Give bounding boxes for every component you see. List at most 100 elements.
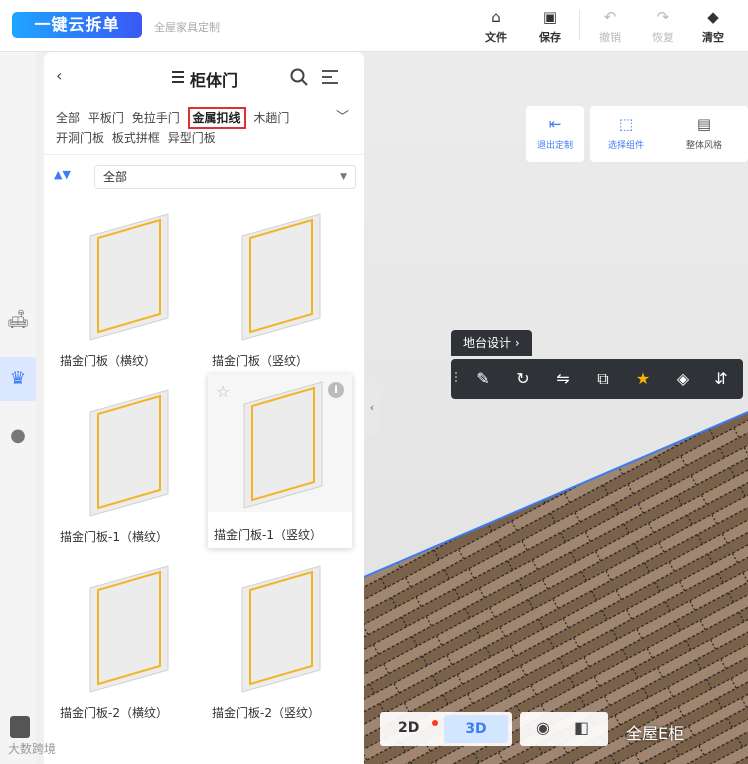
exit-tool-group: ⇤ 退出定制: [526, 106, 584, 162]
file-button[interactable]: ⌂ 文件: [476, 8, 516, 45]
category-tab[interactable]: 免拉手门: [132, 109, 180, 127]
clear-button[interactable]: ◆ 清空: [693, 8, 733, 45]
chevron-down-icon: ▼: [340, 172, 347, 182]
overall-style-button[interactable]: ▤ 整体风格: [676, 114, 732, 151]
app-logo[interactable]: 一键云拆单: [12, 12, 142, 38]
product-card[interactable]: 描金门板-2（竖纹）: [200, 552, 348, 722]
catalog-panel: ‹ 柜体门 全部 平板门 免拉手门 金属扣线 木趟门 开洞门板 板式拼框 异型门…: [44, 52, 364, 764]
3d-viewport[interactable]: ⇤ 退出定制 ⬚ 选择组件 ▤ 整体风格: [364, 52, 748, 764]
select-component-button[interactable]: ⬚ 选择组件: [598, 114, 654, 151]
product-card[interactable]: 描金门板-2（横纹）: [48, 552, 196, 722]
filter-select[interactable]: 全部 ▼: [94, 165, 356, 189]
select-component-label: 选择组件: [607, 141, 644, 151]
undo-icon: ↶: [603, 8, 617, 26]
sofa-icon[interactable]: 🛋: [0, 298, 36, 342]
product-name: 描金门板（横纹）: [60, 354, 157, 368]
flip-icon[interactable]: ⇋: [551, 367, 575, 391]
sort-arrows-icon: ▲▼: [54, 168, 71, 181]
search-icon[interactable]: [290, 68, 308, 86]
component-tool-group: ⬚ 选择组件 ▤ 整体风格: [590, 106, 748, 162]
back-arrow-icon[interactable]: ‹: [56, 66, 62, 85]
product-name: 描金门板-2（横纹）: [60, 706, 168, 720]
product-card[interactable]: 描金门板（竖纹）: [200, 200, 348, 370]
left-icon-rail: 🛋 ♛ ●: [0, 52, 36, 764]
copy-add-icon[interactable]: ⧉: [591, 367, 615, 391]
mirror-icon[interactable]: ⇵: [709, 367, 733, 391]
info-icon[interactable]: i: [328, 382, 344, 398]
toolbar-divider: [579, 10, 580, 40]
panel-title: 柜体门: [190, 71, 239, 90]
category-tab[interactable]: 开洞门板: [56, 129, 104, 147]
object-action-bar: ✎ ↻ ⇋ ⧉ ★ ◈ ⇵: [451, 359, 743, 399]
chevron-right-icon: ›: [514, 336, 520, 350]
product-name: 描金门板-2（竖纹）: [212, 706, 320, 720]
filter-select-value: 全部: [103, 170, 128, 184]
favorite-star-icon[interactable]: ★: [631, 367, 655, 391]
save-button[interactable]: ▣ 保存: [530, 8, 570, 45]
view-2d-button[interactable]: 2D: [398, 720, 419, 736]
top-bar: 一键云拆单 全屋家具定制 ⌂ 文件 ▣ 保存 ↶ 撤销 ↷ 恢复 ◆ 清空: [0, 0, 748, 52]
door-panel-thumbnail: [241, 213, 321, 341]
category-tab-active[interactable]: 金属扣线: [187, 107, 246, 129]
door-panel-thumbnail: [89, 565, 169, 693]
door-panel-thumbnail: [241, 565, 321, 693]
eye-icon[interactable]: ◉: [536, 718, 550, 737]
category-tab[interactable]: 木趟门: [253, 109, 289, 127]
eraser-icon[interactable]: ◈: [671, 367, 695, 391]
watermark-left: 大数跨境: [8, 742, 57, 756]
select-icon: ⬚: [618, 115, 634, 133]
category-tab[interactable]: 全部: [56, 109, 80, 127]
door-panel-thumbnail: [89, 389, 169, 517]
exit-custom-label: 退出定制: [536, 141, 573, 151]
list-icon: [172, 71, 184, 83]
notification-dot: [432, 720, 438, 726]
user-icon[interactable]: ●: [0, 414, 36, 458]
cube-icon[interactable]: ◧: [574, 718, 589, 737]
product-name: 描金门板-1（竖纹）: [214, 528, 322, 542]
favorite-star-icon[interactable]: ☆: [216, 382, 230, 401]
sort-menu-icon[interactable]: [322, 70, 338, 84]
crown-icon[interactable]: ♛: [0, 357, 36, 401]
product-name: 描金门板-1（横纹）: [60, 530, 168, 544]
panel-header: ‹ 柜体门: [44, 62, 364, 94]
door-panel-thumbnail: [89, 213, 169, 341]
watermark-brand: 全屋E柜: [626, 724, 685, 743]
floor-design-label: 地台设计: [463, 336, 512, 350]
file-label: 文件: [485, 31, 507, 44]
edit-icon[interactable]: ✎: [471, 367, 495, 391]
rotate-icon[interactable]: ↻: [511, 367, 535, 391]
save-icon: ▣: [542, 8, 558, 26]
view-3d-button[interactable]: 3D: [444, 715, 508, 743]
redo-label: 恢复: [652, 31, 674, 44]
category-tab[interactable]: 异型门板: [168, 129, 216, 147]
overall-style-label: 整体风格: [685, 141, 722, 151]
product-card-hovered[interactable]: ☆ i 描金门板-1（竖纹）: [208, 374, 352, 548]
sort-toggle[interactable]: ▲▼: [54, 168, 90, 188]
panel-collapse-handle[interactable]: ‹: [364, 382, 380, 434]
view-options: ◉ ◧: [520, 712, 608, 746]
divider: [44, 154, 364, 155]
category-tab[interactable]: 板式拼框: [112, 129, 160, 147]
chevron-down-icon[interactable]: ﹀: [336, 106, 349, 125]
undo-label: 撤销: [599, 31, 621, 44]
undo-button[interactable]: ↶ 撤销: [590, 8, 630, 45]
floor-design-button[interactable]: 地台设计 ›: [451, 330, 532, 356]
exit-icon: ⇤: [548, 115, 562, 133]
eraser-icon: ◆: [707, 8, 719, 26]
view-mode-switch: 2D 3D: [380, 712, 512, 746]
category-tabs: 全部 平板门 免拉手门 金属扣线 木趟门 开洞门板 板式拼框 异型门板: [56, 107, 342, 147]
exit-custom-button[interactable]: ⇤ 退出定制: [527, 114, 583, 151]
help-icon[interactable]: [10, 716, 30, 738]
file-icon: ⌂: [491, 8, 501, 26]
save-label: 保存: [539, 31, 561, 44]
product-card[interactable]: 描金门板（横纹）: [48, 200, 196, 370]
redo-button[interactable]: ↷ 恢复: [643, 8, 683, 45]
redo-icon: ↷: [656, 8, 670, 26]
app-subtitle: 全屋家具定制: [154, 21, 220, 34]
clear-label: 清空: [702, 31, 724, 44]
chevron-left-icon: ‹: [369, 401, 375, 414]
product-card[interactable]: 描金门板-1（横纹）: [48, 376, 196, 546]
drag-handle-icon[interactable]: [455, 372, 459, 386]
product-name: 描金门板（竖纹）: [212, 354, 309, 368]
category-tab[interactable]: 平板门: [88, 109, 124, 127]
